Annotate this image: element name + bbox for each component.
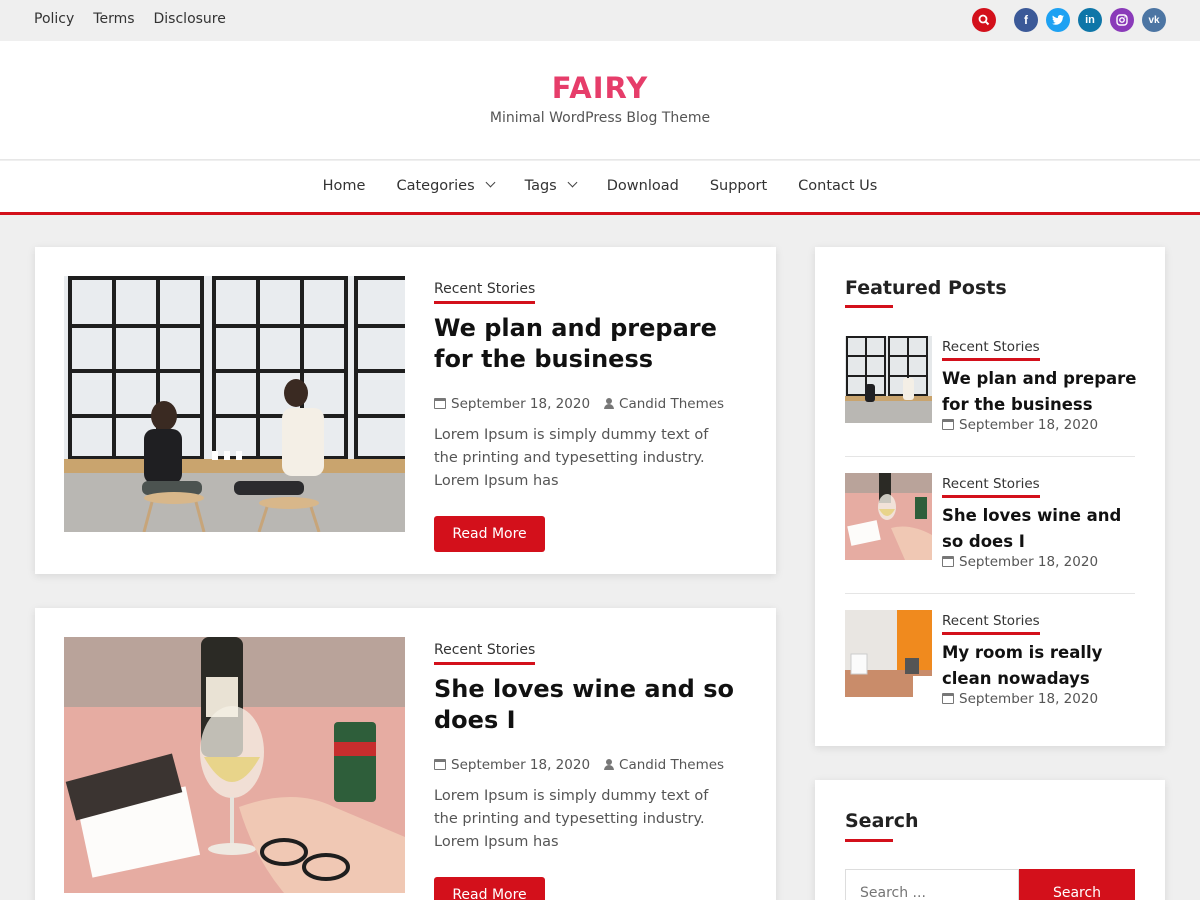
featured-date-text: September 18, 2020 — [959, 691, 1099, 707]
post-thumbnail-office[interactable] — [64, 276, 405, 532]
user-icon — [604, 759, 615, 770]
chevron-down-icon — [485, 177, 496, 188]
post-card: Recent Stories We plan and prepare for t… — [35, 247, 776, 574]
featured-title[interactable]: My room is really clean nowadays — [942, 640, 1142, 692]
featured-body: Recent Stories She loves wine and so doe… — [942, 473, 1142, 570]
top-link-policy[interactable]: Policy — [34, 11, 74, 27]
site-header: FAIRY Minimal WordPress Blog Theme — [0, 41, 1200, 160]
post-category[interactable]: Recent Stories — [434, 642, 536, 665]
top-bar: Policy Terms Disclosure f in vk — [0, 0, 1200, 41]
widget-title-underline — [845, 839, 893, 842]
post-excerpt: Lorem Ipsum is simply dummy text of the … — [434, 427, 709, 489]
calendar-icon — [942, 693, 954, 704]
instagram-icon[interactable] — [1110, 8, 1134, 32]
post-body: Recent Stories She loves wine and so doe… — [434, 639, 754, 900]
calendar-icon — [434, 759, 446, 770]
site-tagline: Minimal WordPress Blog Theme — [489, 110, 711, 126]
search-icon[interactable] — [972, 8, 996, 32]
featured-thumbnail[interactable] — [845, 610, 932, 697]
post-card: Recent Stories She loves wine and so doe… — [35, 608, 776, 900]
widget-title-underline — [845, 305, 893, 308]
read-more-button[interactable]: Read More — [434, 516, 545, 552]
post-author[interactable]: Candid Themes — [604, 396, 724, 412]
calendar-icon — [434, 398, 446, 409]
featured-post-item: Recent Stories My room is really clean n… — [845, 610, 1135, 730]
post-title[interactable]: She loves wine and so does I — [434, 674, 754, 736]
nav-label: Download — [606, 177, 679, 194]
top-link-terms[interactable]: Terms — [93, 11, 134, 27]
post-date-text: September 18, 2020 — [451, 757, 591, 773]
featured-date[interactable]: September 18, 2020 — [942, 554, 1142, 570]
post-excerpt: Lorem Ipsum is simply dummy text of the … — [434, 788, 709, 850]
social-icons: f in vk — [972, 8, 1166, 32]
top-links: Policy Terms Disclosure — [34, 11, 226, 27]
featured-category[interactable]: Recent Stories — [942, 339, 1040, 361]
post-date-text: September 18, 2020 — [451, 396, 591, 412]
post-meta: September 18, 2020 Candid Themes — [434, 396, 754, 412]
featured-date[interactable]: September 18, 2020 — [942, 417, 1142, 433]
featured-date-text: September 18, 2020 — [959, 554, 1099, 570]
post-category[interactable]: Recent Stories — [434, 281, 536, 304]
top-link-disclosure[interactable]: Disclosure — [154, 11, 226, 27]
search-input[interactable] — [845, 869, 1019, 900]
widget-title: Search — [845, 810, 919, 832]
user-icon — [604, 398, 615, 409]
twitter-icon[interactable] — [1046, 8, 1070, 32]
search-widget: Search Search — [815, 780, 1165, 900]
featured-body: Recent Stories My room is really clean n… — [942, 610, 1142, 707]
nav-label: Contact Us — [798, 177, 878, 194]
featured-thumbnail[interactable] — [845, 336, 932, 423]
widget-title: Featured Posts — [845, 277, 1007, 299]
nav-item-support[interactable]: Support — [710, 178, 767, 194]
search-button[interactable]: Search — [1019, 869, 1135, 900]
post-author-text: Candid Themes — [619, 396, 725, 412]
post-author-text: Candid Themes — [619, 757, 725, 773]
nav-item-contact[interactable]: Contact Us — [798, 178, 877, 194]
divider — [845, 456, 1135, 457]
post-author[interactable]: Candid Themes — [604, 757, 724, 773]
featured-title[interactable]: We plan and prepare for the business — [942, 366, 1142, 418]
facebook-icon[interactable]: f — [1014, 8, 1038, 32]
nav-label: Support — [709, 177, 768, 194]
vk-icon[interactable]: vk — [1142, 8, 1166, 32]
featured-date-text: September 18, 2020 — [959, 417, 1099, 433]
calendar-icon — [942, 419, 954, 430]
nav-label: Tags — [524, 177, 557, 194]
linkedin-icon[interactable]: in — [1078, 8, 1102, 32]
featured-posts-widget: Featured Posts Recent Stories We plan an… — [815, 247, 1165, 746]
featured-category[interactable]: Recent Stories — [942, 476, 1040, 498]
post-thumbnail-wine[interactable] — [64, 637, 405, 893]
post-date[interactable]: September 18, 2020 — [434, 757, 590, 773]
post-body: Recent Stories We plan and prepare for t… — [434, 278, 754, 552]
main-nav: Home Categories Tags Download Support Co… — [0, 161, 1200, 215]
nav-item-tags[interactable]: Tags — [524, 177, 578, 194]
calendar-icon — [942, 556, 954, 567]
chevron-down-icon — [567, 177, 578, 188]
featured-date[interactable]: September 18, 2020 — [942, 691, 1142, 707]
featured-category[interactable]: Recent Stories — [942, 613, 1040, 635]
post-meta: September 18, 2020 Candid Themes — [434, 757, 754, 773]
featured-title[interactable]: She loves wine and so does I — [942, 503, 1142, 555]
nav-item-home[interactable]: Home — [323, 178, 366, 194]
post-title[interactable]: We plan and prepare for the business — [434, 313, 754, 375]
divider — [845, 593, 1135, 594]
featured-post-item: Recent Stories She loves wine and so doe… — [845, 473, 1135, 593]
post-date[interactable]: September 18, 2020 — [434, 396, 590, 412]
site-title[interactable]: FAIRY — [0, 71, 1200, 105]
nav-label: Home — [322, 177, 366, 194]
nav-item-categories[interactable]: Categories — [396, 177, 496, 194]
featured-post-item: Recent Stories We plan and prepare for t… — [845, 336, 1137, 456]
featured-thumbnail[interactable] — [845, 473, 932, 560]
featured-body: Recent Stories We plan and prepare for t… — [942, 336, 1142, 433]
read-more-button[interactable]: Read More — [434, 877, 545, 900]
nav-label: Categories — [396, 177, 475, 194]
nav-item-download[interactable]: Download — [607, 178, 679, 194]
